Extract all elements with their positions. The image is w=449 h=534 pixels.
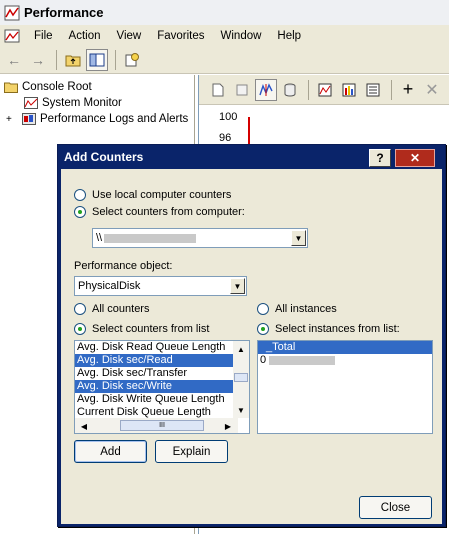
menu-help[interactable]: Help xyxy=(269,25,309,47)
view-report-icon[interactable] xyxy=(362,79,384,101)
graph-time-bar xyxy=(248,117,250,147)
instance-item[interactable]: 0 xyxy=(258,354,432,367)
graph-toolbar: + ✕ xyxy=(199,75,449,105)
dialog-body: Use local computer counters Select count… xyxy=(61,169,442,524)
explain-button[interactable]: Explain xyxy=(155,440,228,463)
performance-app-icon xyxy=(4,5,20,20)
tree-label: Performance Logs and Alerts xyxy=(40,113,189,125)
dropdown-arrow-icon[interactable]: ▼ xyxy=(291,230,306,246)
toolbar-separator xyxy=(391,79,392,100)
system-monitor-icon xyxy=(24,97,38,109)
scroll-up-arrow-icon[interactable]: ▲ xyxy=(234,342,248,356)
radio-label: Select counters from list xyxy=(92,323,210,335)
add-button[interactable]: Add xyxy=(74,440,147,463)
radio-indicator xyxy=(257,323,269,335)
tree-item-console-root[interactable]: Console Root xyxy=(4,79,92,95)
counters-list: Avg. Disk Read Queue Length Avg. Disk se… xyxy=(75,341,233,419)
radio-label: All counters xyxy=(92,303,150,315)
radio-label: Select counters from computer: xyxy=(92,206,245,218)
computer-value: \\ xyxy=(96,232,103,244)
counters-listbox[interactable]: Avg. Disk Read Queue Length Avg. Disk se… xyxy=(74,340,250,434)
radio-label: Select instances from list: xyxy=(275,323,400,335)
counter-item[interactable]: Avg. Disk Read Queue Length xyxy=(75,341,233,354)
radio-indicator xyxy=(74,189,86,201)
perf-logs-icon xyxy=(22,113,36,125)
menu-action[interactable]: Action xyxy=(61,25,109,47)
counter-item[interactable]: Avg. Disk Write Queue Length xyxy=(75,393,233,406)
menu-bar: File Action View Favorites Window Help xyxy=(0,25,449,47)
all-counters-radio[interactable]: All counters xyxy=(74,303,149,315)
instance-item-selected[interactable]: _Total xyxy=(258,341,432,354)
radio-indicator xyxy=(74,323,86,335)
tree-item-system-monitor[interactable]: System Monitor xyxy=(24,95,122,111)
mmc-system-icon[interactable] xyxy=(4,28,20,44)
counter-item[interactable]: Avg. Disk sec/Transfer xyxy=(75,367,233,380)
close-button[interactable]: Close xyxy=(359,496,432,519)
tree-item-perf-logs[interactable]: + Performance Logs and Alerts xyxy=(6,111,188,127)
all-instances-radio[interactable]: All instances xyxy=(257,303,337,315)
radio-label: Use local computer counters xyxy=(92,189,232,201)
forward-arrow-icon[interactable]: → xyxy=(27,49,49,71)
redacted-instance-name xyxy=(269,355,336,365)
delete-counter-x-icon[interactable]: ✕ xyxy=(421,79,443,101)
window-titlebar: Performance xyxy=(0,0,449,25)
counter-item-selected[interactable]: Avg. Disk sec/Read xyxy=(75,354,233,367)
perf-object-combo[interactable]: PhysicalDisk ▼ xyxy=(74,276,247,296)
scroll-left-arrow-icon[interactable]: ◀ xyxy=(77,419,91,433)
counters-horizontal-scrollbar[interactable]: ◀ III ▶ xyxy=(75,418,238,433)
view-log-data-icon[interactable] xyxy=(279,79,301,101)
use-local-counters-radio[interactable]: Use local computer counters xyxy=(74,189,231,201)
scroll-thumb-grip-icon[interactable]: III xyxy=(120,420,204,431)
scroll-down-arrow-icon[interactable]: ▼ xyxy=(234,403,248,417)
toolbar-separator xyxy=(56,50,57,70)
back-arrow-icon[interactable]: ← xyxy=(3,49,25,71)
clear-display-icon[interactable] xyxy=(231,79,253,101)
new-counter-set-icon[interactable] xyxy=(207,79,229,101)
view-current-activity-icon[interactable] xyxy=(255,78,277,101)
scroll-thumb[interactable] xyxy=(234,373,248,382)
menu-window[interactable]: Window xyxy=(213,25,270,47)
folder-icon xyxy=(4,82,18,93)
counter-item-selected[interactable]: Avg. Disk sec/Write xyxy=(75,380,233,393)
select-counters-radio[interactable]: Select counters from list xyxy=(74,323,209,335)
dropdown-arrow-icon[interactable]: ▼ xyxy=(230,278,245,294)
expand-plus-icon[interactable]: + xyxy=(6,114,16,125)
menu-file[interactable]: File xyxy=(26,25,61,47)
tree-label: Console Root xyxy=(22,81,92,93)
window-title: Performance xyxy=(24,5,104,20)
toolbar-separator xyxy=(115,50,116,70)
counters-vertical-scrollbar[interactable]: ▲ ▼ xyxy=(233,341,249,418)
y-axis-tick: 96 xyxy=(219,132,232,144)
select-instances-radio[interactable]: Select instances from list: xyxy=(257,323,400,335)
scroll-right-arrow-icon[interactable]: ▶ xyxy=(221,419,235,433)
toolbar-separator xyxy=(308,79,309,100)
properties-help-icon[interactable] xyxy=(121,49,143,71)
select-from-computer-radio[interactable]: Select counters from computer: xyxy=(74,206,245,218)
y-axis-tick: 100 xyxy=(219,111,238,123)
computer-combo[interactable]: \\ ▼ xyxy=(92,228,308,248)
radio-label: All instances xyxy=(275,303,337,315)
add-counters-dialog: Add Counters ? ✕ Use local computer coun… xyxy=(57,144,446,527)
main-toolbar: ← → xyxy=(0,47,449,74)
view-histogram-icon[interactable] xyxy=(338,79,360,101)
radio-indicator xyxy=(257,303,269,315)
menu-view[interactable]: View xyxy=(109,25,150,47)
perf-object-label: Performance object: xyxy=(74,260,173,272)
view-graph-icon[interactable] xyxy=(314,79,336,101)
radio-indicator xyxy=(74,206,86,218)
up-folder-icon[interactable] xyxy=(62,49,84,71)
perf-object-value: PhysicalDisk xyxy=(78,280,141,292)
radio-indicator xyxy=(74,303,86,315)
menu-favorites[interactable]: Favorites xyxy=(149,25,212,47)
redacted-computer-name xyxy=(104,233,197,243)
instance-label: 0 xyxy=(260,354,267,366)
dialog-close-icon[interactable]: ✕ xyxy=(395,149,435,167)
help-question-icon[interactable]: ? xyxy=(369,149,391,167)
instances-listbox[interactable]: _Total 0 xyxy=(257,340,433,434)
add-counter-plus-icon[interactable]: + xyxy=(397,79,419,101)
show-hide-tree-icon[interactable] xyxy=(86,49,108,71)
tree-label: System Monitor xyxy=(42,97,122,109)
